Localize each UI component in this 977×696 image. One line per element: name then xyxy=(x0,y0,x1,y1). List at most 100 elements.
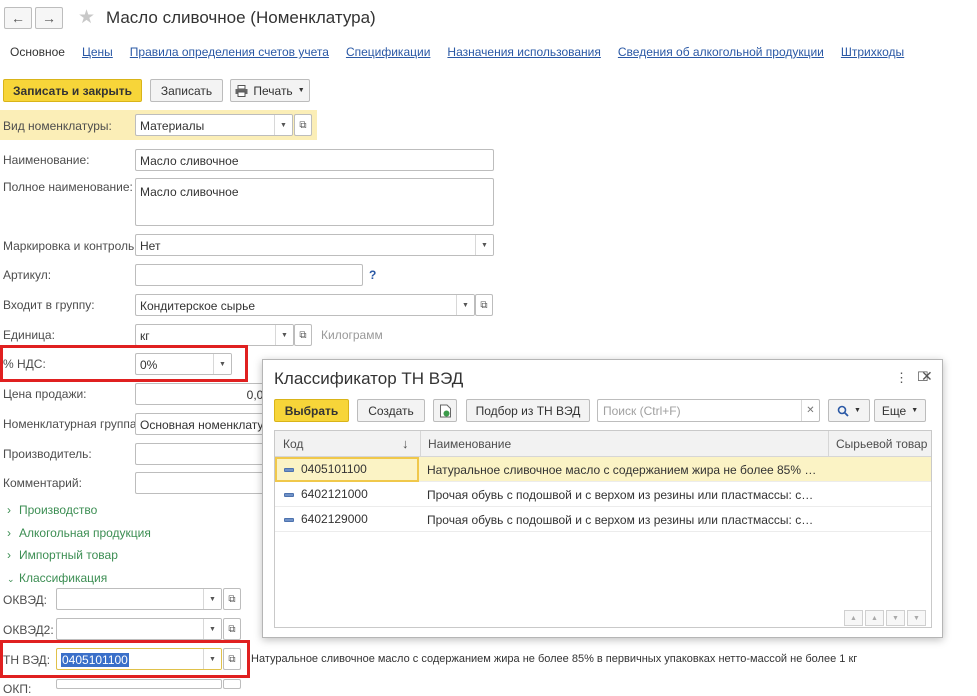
open-icon[interactable]: ⧉ xyxy=(294,114,312,136)
group-select[interactable]: Кондитерское сырье ▼ xyxy=(135,294,475,316)
more-button[interactable]: Еще ▼ xyxy=(874,399,926,422)
section-production[interactable]: › Производство xyxy=(7,503,97,517)
more-vert-icon[interactable]: ⋮ xyxy=(895,370,908,386)
item-icon xyxy=(284,492,294,497)
refresh-button[interactable] xyxy=(433,399,457,422)
marking-select[interactable]: Нет ▼ xyxy=(135,234,494,256)
row-name: Прочая обувь с подошвой и с верхом из ре… xyxy=(427,488,817,502)
clear-icon[interactable]: ✕ xyxy=(801,400,819,421)
arrow-left-icon: ← xyxy=(11,10,25,26)
name-field[interactable]: Масло сливочное xyxy=(135,149,494,171)
unit-select[interactable]: кг ▼ xyxy=(135,324,294,346)
tnved-classifier-dialog: Классификатор ТН ВЭД ⋮ ☐ ✕ Выбрать Созда… xyxy=(262,359,943,638)
chevron-down-icon[interactable]: ▼ xyxy=(475,235,493,255)
open-icon[interactable]: ⧉ xyxy=(223,618,241,640)
tab-main[interactable]: Основное xyxy=(10,45,65,59)
chevron-down-icon: ▼ xyxy=(911,407,919,414)
search-icon xyxy=(837,405,849,417)
row-code: 0405101100 xyxy=(301,462,367,476)
section-import[interactable]: › Импортный товар xyxy=(7,548,118,562)
maker-select[interactable] xyxy=(135,443,275,465)
column-divider xyxy=(420,431,421,457)
tab-usage[interactable]: Назначения использования xyxy=(447,45,600,59)
row-code-cell: 6402121000 xyxy=(275,482,419,507)
price-label: Цена продажи: xyxy=(3,387,87,401)
unit-hint: Килограмм xyxy=(321,328,383,342)
tab-account-rules[interactable]: Правила определения счетов учета xyxy=(130,45,329,59)
tnved-description: Натуральное сливочное масло с содержание… xyxy=(251,653,858,665)
maker-label: Производитель: xyxy=(3,447,92,461)
chevron-down-icon[interactable]: ▼ xyxy=(275,325,293,345)
chevron-down-icon[interactable]: ▼ xyxy=(203,589,221,609)
sort-down-icon: ↓ xyxy=(402,436,409,451)
print-label: Печать xyxy=(253,83,293,98)
create-button[interactable]: Создать xyxy=(357,399,425,422)
open-icon[interactable]: ⧉ xyxy=(475,294,493,316)
section-alcohol[interactable]: › Алкогольная продукция xyxy=(7,526,151,540)
select-button[interactable]: Выбрать xyxy=(274,399,349,422)
tab-prices[interactable]: Цены xyxy=(82,45,113,59)
vat-red-highlight xyxy=(0,345,248,382)
tab-specifications[interactable]: Спецификации xyxy=(346,45,430,59)
tnved-table: Код ↓ Наименование Сырьевой товар 040510… xyxy=(274,430,932,628)
back-button[interactable]: ← xyxy=(4,7,32,29)
chevron-down-icon: ⌄ xyxy=(7,574,15,584)
chevron-down-icon[interactable]: ▼ xyxy=(274,115,292,135)
open-icon[interactable]: ⧉ xyxy=(294,324,312,346)
okved2-label: ОКВЭД2: xyxy=(3,623,54,637)
search-options-button[interactable]: ▼ xyxy=(828,399,870,422)
table-row[interactable]: 0405101100 Натуральное сливочное масло с… xyxy=(275,457,931,482)
save-and-close-button[interactable]: Записать и закрыть xyxy=(3,79,142,102)
column-header-code[interactable]: Код xyxy=(283,437,303,451)
forward-button[interactable]: → xyxy=(35,7,63,29)
price-field[interactable]: 0,00 xyxy=(135,383,275,405)
close-icon[interactable]: ✕ xyxy=(921,368,933,385)
chevron-down-icon[interactable]: ▼ xyxy=(203,619,221,639)
kind-label: Вид номенклатуры: xyxy=(3,119,112,133)
chevron-right-icon: › xyxy=(7,548,11,562)
open-icon[interactable]: ⧉ xyxy=(223,588,241,610)
scroll-down-icon[interactable]: ▼ xyxy=(886,610,905,626)
section-classification[interactable]: ⌄ Классификация xyxy=(7,571,107,585)
dialog-title: Классификатор ТН ВЭД xyxy=(274,369,464,388)
search-input[interactable]: Поиск (Ctrl+F) ✕ xyxy=(597,399,820,422)
okved-label: ОКВЭД: xyxy=(3,593,48,607)
pick-from-tnved-button[interactable]: Подбор из ТН ВЭД xyxy=(466,399,590,422)
chevron-down-icon: ▼ xyxy=(297,87,305,94)
kind-select[interactable]: Материалы ▼ xyxy=(135,114,293,136)
chevron-down-icon[interactable]: ▼ xyxy=(456,295,474,315)
okved-select[interactable]: ▼ xyxy=(56,588,222,610)
scroll-last-icon[interactable]: ▼ xyxy=(907,610,926,626)
tab-barcodes[interactable]: Штрихкоды xyxy=(841,45,904,59)
printer-icon xyxy=(235,84,248,97)
table-header: Код ↓ Наименование Сырьевой товар xyxy=(275,431,931,457)
column-header-raw[interactable]: Сырьевой товар xyxy=(836,437,927,451)
okp-select[interactable] xyxy=(56,679,222,689)
article-field[interactable] xyxy=(135,264,363,286)
fullname-field[interactable]: Масло сливочное xyxy=(135,178,494,226)
comment-label: Комментарий: xyxy=(3,476,82,490)
chevron-right-icon: › xyxy=(7,503,11,517)
chevron-down-icon: ▼ xyxy=(854,407,861,414)
row-code-cell: 0405101100 xyxy=(275,457,419,482)
item-icon xyxy=(284,517,294,522)
table-row[interactable]: 6402129000 Прочая обувь с подошвой и с в… xyxy=(275,507,931,532)
table-row[interactable]: 6402121000 Прочая обувь с подошвой и с в… xyxy=(275,482,931,507)
fullname-label: Полное наименование: xyxy=(3,180,133,194)
scroll-first-icon[interactable]: ▲ xyxy=(844,610,863,626)
comment-field[interactable] xyxy=(135,472,275,494)
tab-bar: Основное Цены Правила определения счетов… xyxy=(10,45,921,59)
print-button[interactable]: Печать ▼ xyxy=(230,79,310,102)
open-icon[interactable] xyxy=(223,679,241,689)
tab-alcohol[interactable]: Сведения об алкогольной продукции xyxy=(618,45,824,59)
save-button[interactable]: Записать xyxy=(150,79,223,102)
row-name: Натуральное сливочное масло с содержание… xyxy=(427,463,817,477)
column-header-name[interactable]: Наименование xyxy=(428,437,511,451)
favorite-star-icon[interactable]: ★ xyxy=(78,6,95,29)
okved2-select[interactable]: ▼ xyxy=(56,618,222,640)
section-label: Производство xyxy=(19,503,98,517)
help-icon[interactable]: ? xyxy=(369,268,376,282)
scroll-up-icon[interactable]: ▲ xyxy=(865,610,884,626)
unit-value: кг xyxy=(140,329,150,343)
nomgroup-select[interactable]: Основная номенклатурная группа xyxy=(135,413,275,435)
